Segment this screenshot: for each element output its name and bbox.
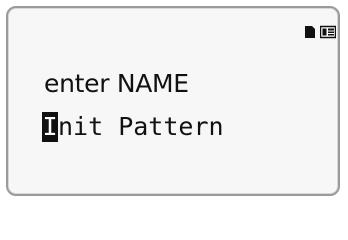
prompt-text: enter NAME — [44, 69, 189, 98]
status-icons — [304, 24, 336, 40]
lcd-frame — [6, 6, 340, 196]
memory-card-icon — [320, 25, 336, 39]
name-input[interactable]: I nit Pattern — [42, 110, 224, 144]
name-input-text: nit Pattern — [58, 112, 224, 141]
pattern-icon — [304, 25, 316, 39]
device-screen: enter NAME I nit Pattern — [0, 0, 348, 204]
text-cursor: I — [42, 112, 58, 142]
